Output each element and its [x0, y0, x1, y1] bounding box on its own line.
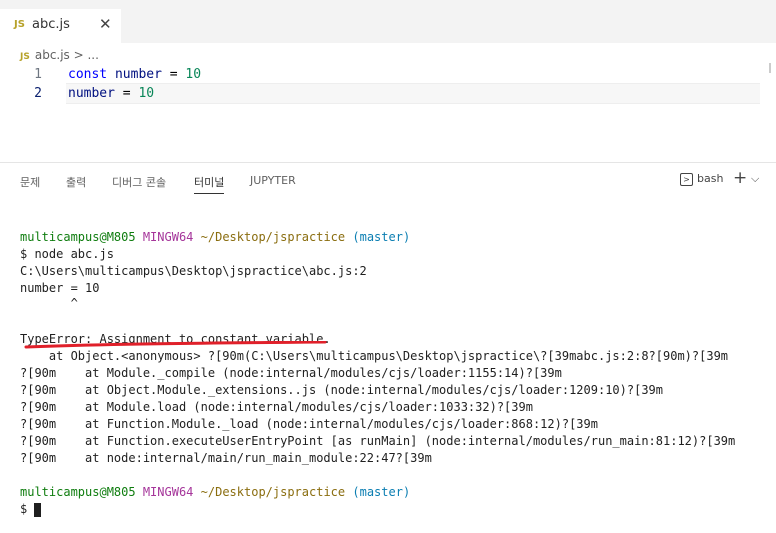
- stack-trace-line: ?[90m at Function.Module._load (node:int…: [20, 417, 598, 431]
- identifier: number: [114, 67, 162, 82]
- code-line[interactable]: 2 number = 10: [0, 84, 760, 103]
- scrollbar-marker: [769, 63, 771, 73]
- terminal-cursor: [34, 502, 42, 517]
- stack-trace-line: ?[90m at Function.executeUserEntryPoint …: [20, 434, 736, 448]
- terminal-input-line[interactable]: $: [20, 501, 42, 518]
- line-number: 1: [34, 67, 42, 82]
- js-file-icon: JS: [14, 19, 25, 30]
- tab-output[interactable]: 출력: [66, 174, 86, 190]
- code-content[interactable]: number = 10: [68, 84, 154, 103]
- tab-debug-console[interactable]: 디버그 콘솔: [112, 174, 166, 190]
- shell-label: bash: [697, 172, 724, 185]
- stack-trace-line: ?[90m at Module.load (node:internal/modu…: [20, 400, 533, 414]
- number-literal: 10: [138, 86, 155, 101]
- terminal-prompt: multicampus@M805 MINGW64 ~/Desktop/jspra…: [20, 485, 411, 499]
- stack-trace-line: ?[90m at Module._compile (node:internal/…: [20, 366, 562, 380]
- terminal-icon: >: [680, 172, 693, 186]
- breadcrumb-text[interactable]: abc.js > ...: [35, 48, 99, 62]
- operator: =: [161, 67, 186, 82]
- tab-problems[interactable]: 문제: [20, 174, 40, 190]
- tab-filename: abc.js: [32, 17, 70, 32]
- terminal-output: C:\Users\multicampus\Desktop\jspractice\…: [20, 264, 367, 278]
- chevron-down-icon[interactable]: ⌵: [751, 172, 759, 186]
- tab-terminal[interactable]: 터미널: [194, 174, 225, 194]
- code-line[interactable]: 1 const number = 10: [0, 65, 760, 84]
- tab-abc-js[interactable]: JS abc.js ✕: [0, 9, 121, 43]
- terminal-shell-selector[interactable]: > bash: [680, 172, 723, 186]
- stack-trace-line: ?[90m at node:internal/main/run_main_mod…: [20, 451, 432, 465]
- operator: =: [114, 86, 139, 101]
- line-number: 2: [34, 86, 42, 101]
- keyword: const: [68, 67, 108, 82]
- js-file-icon: JS: [20, 52, 30, 62]
- close-icon[interactable]: ✕: [99, 15, 112, 33]
- number-literal: 10: [185, 67, 202, 82]
- breadcrumb[interactable]: JS abc.js > ...: [20, 48, 99, 62]
- panel-divider: [0, 162, 776, 163]
- code-content[interactable]: const number = 10: [68, 65, 201, 84]
- terminal-prompt: multicampus@M805 MINGW64 ~/Desktop/jspra…: [20, 230, 411, 244]
- stack-trace-line: at Object.<anonymous> ?[90m(C:\Users\mul…: [20, 349, 729, 363]
- stack-trace-line: ?[90m at Object.Module._extensions..js (…: [20, 383, 663, 397]
- terminal-command: $ node abc.js: [20, 247, 114, 261]
- editor-tab-bar: JS abc.js ✕: [0, 0, 776, 43]
- add-terminal-button[interactable]: +: [733, 168, 747, 188]
- terminal-output: ^: [20, 296, 78, 310]
- identifier: number: [68, 86, 115, 101]
- tab-jupyter[interactable]: JUPYTER: [250, 174, 296, 187]
